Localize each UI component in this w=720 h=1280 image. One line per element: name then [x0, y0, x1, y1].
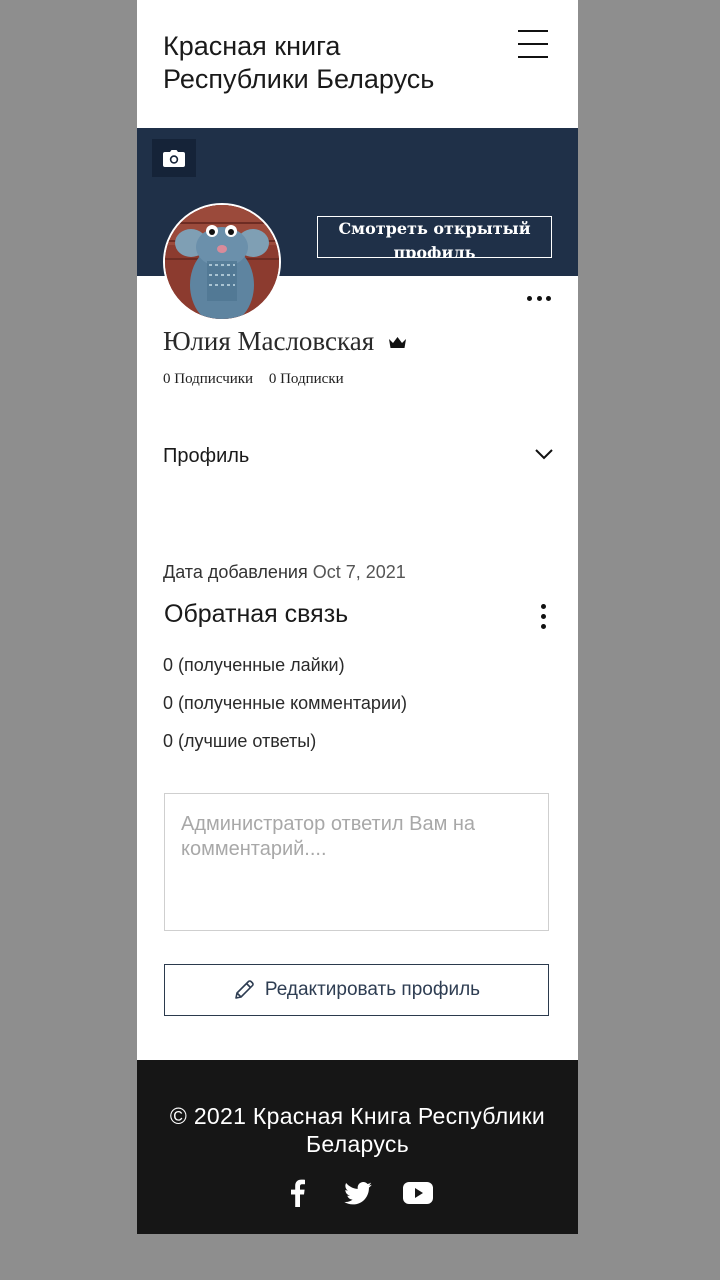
date-added: Дата добавления Oct 7, 2021	[163, 562, 406, 583]
profile-section-label: Профиль	[163, 445, 250, 467]
profile-page: Красная книга Республики Беларусь Смотре…	[137, 0, 578, 1234]
user-name: Юлия Масловская	[163, 326, 375, 356]
comments-received: 0 (полученные комментарии)	[163, 693, 408, 713]
site-title-line1: Красная книга	[163, 31, 341, 61]
site-header: Красная книга Республики Беларусь	[137, 0, 578, 128]
avatar[interactable]	[163, 203, 281, 321]
view-public-profile-button[interactable]: Смотреть открытый профиль	[317, 216, 552, 258]
followers-count[interactable]: 0 Подписчики	[163, 371, 253, 387]
twitter-icon[interactable]	[343, 1178, 373, 1208]
feedback-title: Обратная связь	[164, 600, 349, 628]
avatar-image	[165, 205, 279, 319]
change-cover-button[interactable]	[152, 139, 196, 177]
hamburger-menu-icon[interactable]	[518, 28, 548, 60]
youtube-icon[interactable]	[402, 1178, 433, 1208]
comment-input[interactable]	[164, 793, 549, 931]
edit-profile-button[interactable]: Редактировать профиль	[164, 964, 549, 1016]
date-added-value: Oct 7, 2021	[312, 562, 406, 582]
pencil-icon	[235, 980, 254, 999]
edit-profile-label: Редактировать профиль	[264, 979, 481, 1000]
chevron-down-icon	[535, 449, 553, 460]
facebook-icon[interactable]	[283, 1178, 313, 1208]
profile-section-toggle[interactable]: Профиль	[163, 442, 553, 472]
copyright-text: © 2021 Красная Книга Республики Беларусь	[169, 1103, 546, 1157]
more-vertical-icon[interactable]	[539, 604, 549, 630]
best-answers: 0 (лучшие ответы)	[163, 731, 317, 751]
follow-counts: 0 Подписчики 0 Подписки	[163, 371, 356, 388]
camera-icon	[163, 149, 185, 167]
site-footer: © 2021 Красная Книга Республики Беларусь	[137, 1060, 578, 1234]
following-count[interactable]: 0 Подписки	[269, 371, 344, 387]
social-links	[137, 1178, 578, 1208]
likes-received: 0 (полученные лайки)	[163, 655, 345, 675]
site-title-line2: Республики Беларусь	[163, 64, 435, 94]
crown-icon	[389, 337, 406, 348]
site-title[interactable]: Красная книга Республики Беларусь	[163, 30, 434, 96]
date-added-label: Дата добавления	[163, 562, 308, 582]
more-horizontal-icon[interactable]	[527, 288, 551, 308]
